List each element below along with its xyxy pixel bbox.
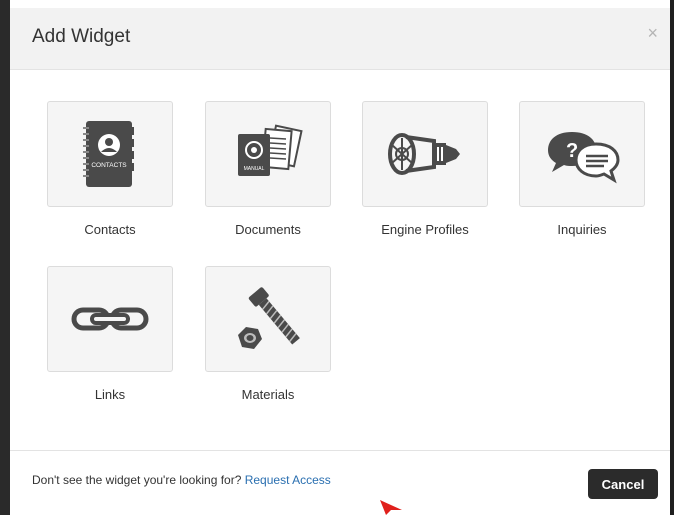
dialog-header: Add Widget ×	[10, 8, 670, 70]
widget-contacts[interactable]: CONTACTS Contacts	[47, 101, 173, 237]
documents-manual-icon: MANUAL	[238, 124, 303, 176]
dialog-footer: Don't see the widget you're looking for?…	[10, 450, 670, 515]
widget-engine-profiles[interactable]: Engine Profiles	[362, 101, 488, 237]
widget-label-inquiries[interactable]: Inquiries	[519, 222, 645, 237]
footer-prompt-line: Don't see the widget you're looking for?…	[32, 473, 331, 487]
widget-label-contacts[interactable]: Contacts	[47, 222, 173, 237]
widget-documents[interactable]: MANUAL Documents	[205, 101, 331, 237]
widget-tile-inquiries[interactable]: ?	[519, 101, 645, 207]
widget-tile-links[interactable]	[47, 266, 173, 372]
widget-links[interactable]: Links	[47, 266, 173, 402]
jet-engine-icon	[388, 133, 460, 175]
chain-link-icon	[71, 307, 149, 331]
widget-tile-engine-profiles[interactable]	[362, 101, 488, 207]
documents-icon-text: MANUAL	[244, 166, 265, 172]
widget-label-links[interactable]: Links	[47, 387, 173, 402]
request-access-link[interactable]: Request Access	[245, 473, 331, 487]
contacts-icon-text: CONTACTS	[91, 162, 127, 169]
mouse-pointer-icon	[380, 500, 402, 515]
widget-tile-contacts[interactable]: CONTACTS	[47, 101, 173, 207]
dialog-title: Add Widget	[32, 26, 131, 47]
page-backdrop-right	[670, 0, 674, 515]
widget-tile-materials[interactable]	[205, 266, 331, 372]
widget-label-documents[interactable]: Documents	[205, 222, 331, 237]
bolt-and-nut-icon	[238, 287, 300, 349]
close-icon[interactable]: ×	[647, 24, 658, 42]
widget-tile-documents[interactable]: MANUAL	[205, 101, 331, 207]
speech-bubbles-icon: ?	[548, 132, 620, 184]
contacts-book-icon: CONTACTS	[83, 121, 134, 187]
widget-inquiries[interactable]: ? Inquiries	[519, 101, 645, 237]
footer-prompt: Don't see the widget you're looking for?	[32, 473, 242, 487]
cancel-button[interactable]: Cancel	[588, 469, 658, 499]
add-widget-dialog: Add Widget × CONTACTS Contacts MANUAL Do…	[10, 8, 670, 515]
page-backdrop-left	[0, 0, 10, 515]
widget-materials[interactable]: Materials	[205, 266, 331, 402]
widget-label-engine-profiles[interactable]: Engine Profiles	[362, 222, 488, 237]
widget-label-materials[interactable]: Materials	[205, 387, 331, 402]
